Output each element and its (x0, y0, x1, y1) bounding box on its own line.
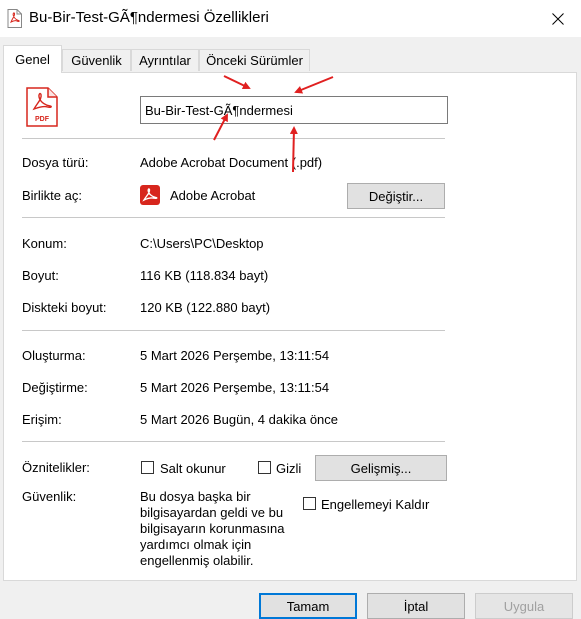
file-type-value: Adobe Acrobat Document (.pdf) (140, 155, 323, 170)
security-label: Güvenlik: (22, 489, 77, 504)
tab-guvenlik[interactable]: Güvenlik (62, 49, 131, 71)
pdf-icon-text: PDF (35, 116, 50, 123)
readonly-label: Salt okunur (160, 461, 226, 476)
hidden-checkbox[interactable] (258, 461, 271, 474)
location-value: C:\Users\PC\Desktop (140, 236, 264, 251)
apply-button[interactable]: Uygula (475, 593, 573, 619)
disk-size-label: Diskteki boyut: (22, 300, 107, 315)
size-value: 116 KB (118.834 bayt) (140, 268, 269, 283)
ok-button[interactable]: Tamam (259, 593, 357, 619)
change-button[interactable]: Değiştir... (347, 183, 445, 209)
tab-ayrintilar[interactable]: Ayrıntılar (131, 49, 199, 71)
advanced-button[interactable]: Gelişmiş... (315, 455, 447, 481)
modified-label: Değiştirme: (22, 380, 88, 395)
divider (22, 330, 445, 331)
size-label: Boyut: (22, 268, 59, 283)
pdf-file-icon: PDF (26, 87, 58, 127)
created-value: 5 Mart 2026 Perşembe, 13:11:54 (140, 348, 330, 363)
divider (22, 217, 445, 218)
attributes-label: Öznitelikler: (22, 460, 90, 475)
opens-with-label: Birlikte aç: (22, 188, 82, 203)
unblock-label: Engellemeyi Kaldır (321, 497, 430, 512)
hidden-label: Gizli (276, 461, 302, 476)
accessed-value: 5 Mart 2026 Bugün, 4 dakika önce (140, 412, 339, 427)
divider (22, 441, 445, 442)
close-button[interactable] (535, 0, 581, 37)
cancel-button[interactable]: İptal (367, 593, 465, 619)
modified-value: 5 Mart 2026 Perşembe, 13:11:54 (140, 380, 330, 395)
unblock-checkbox[interactable] (303, 497, 316, 510)
tab-onceki-surumler[interactable]: Önceki Sürümler (199, 49, 310, 71)
tab-label: Güvenlik (71, 53, 122, 68)
opens-with-value: Adobe Acrobat (170, 188, 256, 203)
readonly-checkbox[interactable] (141, 461, 154, 474)
security-warning-text: Bu dosya başka bir bilgisayardan geldi v… (140, 489, 285, 568)
title-bar: Bu-Bir-Test-GÃ¶ndermesi Özellikleri (0, 0, 581, 37)
pdf-file-icon (7, 9, 22, 28)
disk-size-value: 120 KB (122.880 bayt) (140, 300, 271, 315)
tab-label: Genel (15, 52, 50, 67)
close-icon (552, 12, 564, 25)
divider (22, 138, 445, 139)
adobe-acrobat-icon (140, 185, 160, 205)
location-label: Konum: (22, 236, 67, 251)
tab-genel[interactable]: Genel (3, 45, 62, 73)
tab-label: Ayrıntılar (139, 53, 191, 68)
tab-label: Önceki Sürümler (206, 53, 303, 68)
accessed-label: Erişim: (22, 412, 62, 427)
file-type-label: Dosya türü: (22, 155, 89, 170)
window-title: Bu-Bir-Test-GÃ¶ndermesi Özellikleri (29, 9, 269, 26)
file-name-input[interactable] (140, 96, 448, 124)
created-label: Oluşturma: (22, 348, 86, 363)
